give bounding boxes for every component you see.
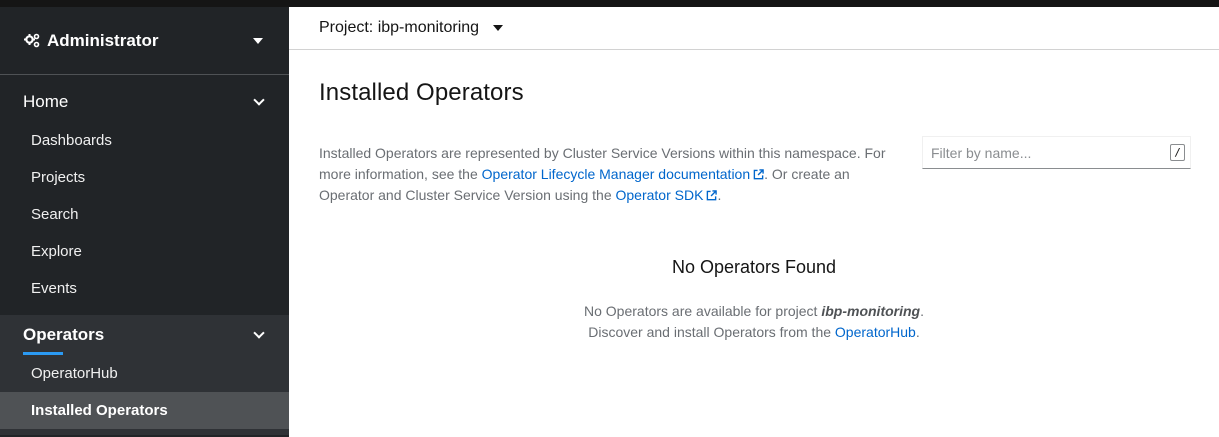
operator-sdk-link-label: Operator SDK xyxy=(615,187,704,203)
caret-down-icon xyxy=(253,37,263,44)
nav-section-operators[interactable]: Operators xyxy=(0,315,289,355)
active-section-indicator xyxy=(23,352,63,355)
operatorhub-link[interactable]: OperatorHub xyxy=(835,324,916,340)
external-link-icon xyxy=(707,190,718,201)
olm-docs-link-label: Operator Lifecycle Manager documentation xyxy=(481,166,751,182)
filter-box: / xyxy=(922,136,1191,169)
sidebar: Administrator Home Dashboards Projects S… xyxy=(0,7,289,437)
caret-down-icon xyxy=(493,25,504,31)
nav-section-home-label: Home xyxy=(23,92,69,111)
nav-item-search[interactable]: Search xyxy=(0,196,289,233)
description-text: . xyxy=(717,187,722,203)
empty-state-text: . xyxy=(915,324,920,340)
empty-state-project-name: ibp-monitoring xyxy=(821,303,921,319)
main-content: Project: ibp-monitoring Installed Operat… xyxy=(289,7,1219,437)
project-selector[interactable]: Project: ibp-monitoring xyxy=(319,19,504,37)
filter-by-name-input[interactable] xyxy=(931,144,1170,161)
nav-item-projects[interactable]: Projects xyxy=(0,159,289,196)
nav-item-events[interactable]: Events xyxy=(0,270,289,307)
nav-item-operatorhub[interactable]: OperatorHub xyxy=(0,355,289,392)
chevron-down-icon xyxy=(253,94,265,106)
perspective-switcher[interactable]: Administrator xyxy=(0,7,289,75)
empty-state-title: No Operators Found xyxy=(671,257,837,277)
page-title: Installed Operators xyxy=(319,79,524,106)
nav-section-operators-group: Operators OperatorHub Installed Operator… xyxy=(0,315,289,435)
nav-item-dashboards[interactable]: Dashboards xyxy=(0,122,289,159)
page-description: Installed Operators are represented by C… xyxy=(319,143,894,206)
nav-section-home[interactable]: Home xyxy=(0,82,289,122)
olm-docs-link[interactable]: Operator Lifecycle Manager documentation xyxy=(482,166,764,182)
perspective-label: Administrator xyxy=(47,30,159,50)
chevron-down-icon xyxy=(253,327,265,339)
nav-item-installed-operators[interactable]: Installed Operators xyxy=(0,392,289,429)
nav-section-operators-label: Operators xyxy=(23,325,105,344)
empty-state-line-1: No Operators are available for project i… xyxy=(289,301,1219,322)
masthead-strip xyxy=(0,0,1219,7)
project-bar: Project: ibp-monitoring xyxy=(289,7,1219,50)
keyboard-shortcut-hint: / xyxy=(1170,144,1185,161)
empty-state-text: . xyxy=(920,303,924,319)
project-selector-label: Project: ibp-monitoring xyxy=(319,19,480,36)
empty-state-line-2: Discover and install Operators from the … xyxy=(289,322,1219,343)
empty-state-body: No Operators are available for project i… xyxy=(289,301,1219,343)
empty-state-text: No Operators are available for project xyxy=(584,303,822,319)
external-link-icon xyxy=(753,169,764,180)
nav-item-explore[interactable]: Explore xyxy=(0,233,289,270)
empty-state-text: Discover and install Operators from the xyxy=(588,324,835,340)
operator-sdk-link[interactable]: Operator SDK xyxy=(616,187,718,203)
gears-icon xyxy=(23,32,41,50)
